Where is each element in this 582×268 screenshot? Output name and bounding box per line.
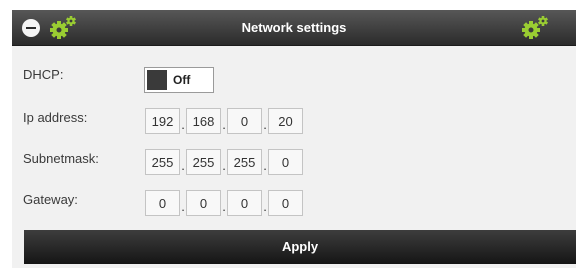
ip-octet-3[interactable] <box>227 108 262 134</box>
dhcp-state: Off <box>173 73 191 87</box>
gears-icon[interactable] <box>520 15 550 41</box>
subnetmask-label: Subnetmask: <box>23 151 99 166</box>
network-settings-panel: Network settings DHCP: Off Ip address: 1… <box>12 10 576 268</box>
gateway-octet-1[interactable] <box>145 190 180 216</box>
dhcp-label: DHCP: <box>23 67 64 82</box>
ip-octet-4[interactable] <box>268 108 303 134</box>
gateway-label: Gateway: <box>23 192 78 207</box>
subnet-octet-1[interactable] <box>145 149 180 175</box>
gateway-octet-2[interactable] <box>186 190 221 216</box>
ip-octet-1[interactable] <box>145 108 180 134</box>
toggle-knob <box>147 70 167 90</box>
dhcp-toggle[interactable]: Off <box>144 67 214 93</box>
header-bar: Network settings <box>12 10 576 46</box>
ip-octet-2[interactable] <box>186 108 221 134</box>
page-title: Network settings <box>241 20 347 35</box>
subnet-octet-3[interactable] <box>227 149 262 175</box>
apply-button[interactable]: Apply <box>24 230 576 264</box>
subnet-octet-2[interactable] <box>186 149 221 175</box>
subnet-octet-4[interactable] <box>268 149 303 175</box>
gateway-octet-3[interactable] <box>227 190 262 216</box>
gateway-octet-4[interactable] <box>268 190 303 216</box>
ip-address-label: Ip address: <box>23 110 88 125</box>
